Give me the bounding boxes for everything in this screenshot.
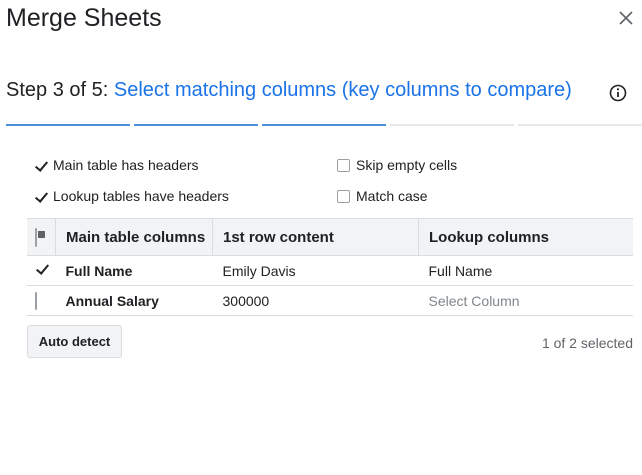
option-lookup-headers[interactable]: Lookup tables have headers	[34, 188, 229, 204]
option-main-table-headers[interactable]: Main table has headers	[34, 157, 199, 173]
table-row: Annual Salary 300000 Select Column	[27, 285, 633, 316]
header-first-row-content: 1st row content	[212, 218, 419, 256]
lookup-headers-label: Lookup tables have headers	[53, 188, 229, 204]
first-row-value: Emily Davis	[212, 255, 419, 286]
progress-segment-4	[390, 124, 514, 126]
row-select-cell	[27, 255, 56, 286]
select-all-cell	[27, 218, 56, 256]
header-lookup-columns: Lookup columns	[418, 218, 633, 256]
match-case-checkbox[interactable]	[337, 189, 350, 203]
row-select-cell	[27, 285, 56, 316]
lookup-headers-checkbox[interactable]	[34, 189, 47, 203]
select-all-checkbox[interactable]	[35, 227, 37, 247]
row-checkbox[interactable]	[35, 261, 37, 280]
progress-segment-1	[6, 124, 130, 126]
column-matching-table: Main table columns 1st row content Looku…	[27, 218, 633, 316]
header-main-table-columns: Main table columns	[55, 218, 213, 256]
table-row: Full Name Emily Davis Full Name	[27, 255, 633, 286]
progress-segment-2	[134, 124, 258, 126]
row-checkbox[interactable]	[35, 291, 37, 310]
selected-count: 1 of 2 selected	[541, 335, 633, 351]
skip-empty-label: Skip empty cells	[356, 157, 458, 173]
progress-segment-3	[262, 124, 386, 126]
option-match-case[interactable]: Match case	[337, 188, 428, 204]
step-heading: Step 3 of 5: Select matching columns (ke…	[6, 79, 572, 102]
main-headers-checkbox[interactable]	[34, 158, 47, 172]
skip-empty-checkbox[interactable]	[337, 158, 350, 172]
info-icon	[609, 84, 627, 102]
step-description: Select matching columns (key columns to …	[113, 79, 572, 101]
main-column-name: Annual Salary	[55, 285, 213, 316]
lookup-column-select[interactable]: Select Column	[418, 285, 633, 316]
dialog-title: Merge Sheets	[6, 4, 162, 32]
progress-segment-5	[518, 124, 642, 126]
main-headers-label: Main table has headers	[53, 157, 199, 173]
step-counter: Step 3 of 5:	[6, 79, 109, 101]
step-progress-bar	[6, 124, 642, 126]
main-column-name: Full Name	[55, 255, 213, 286]
option-skip-empty-cells[interactable]: Skip empty cells	[337, 157, 457, 173]
merge-sheets-dialog: Merge Sheets Step 3 of 5: Select matchin…	[0, 0, 642, 475]
close-button[interactable]	[614, 6, 638, 30]
close-icon	[619, 11, 633, 25]
table-header-row: Main table columns 1st row content Looku…	[27, 218, 633, 256]
info-button[interactable]	[608, 83, 628, 103]
match-case-label: Match case	[356, 188, 428, 204]
lookup-column-select[interactable]: Full Name	[418, 255, 633, 286]
auto-detect-button[interactable]: Auto detect	[27, 325, 122, 358]
first-row-value: 300000	[212, 285, 419, 316]
